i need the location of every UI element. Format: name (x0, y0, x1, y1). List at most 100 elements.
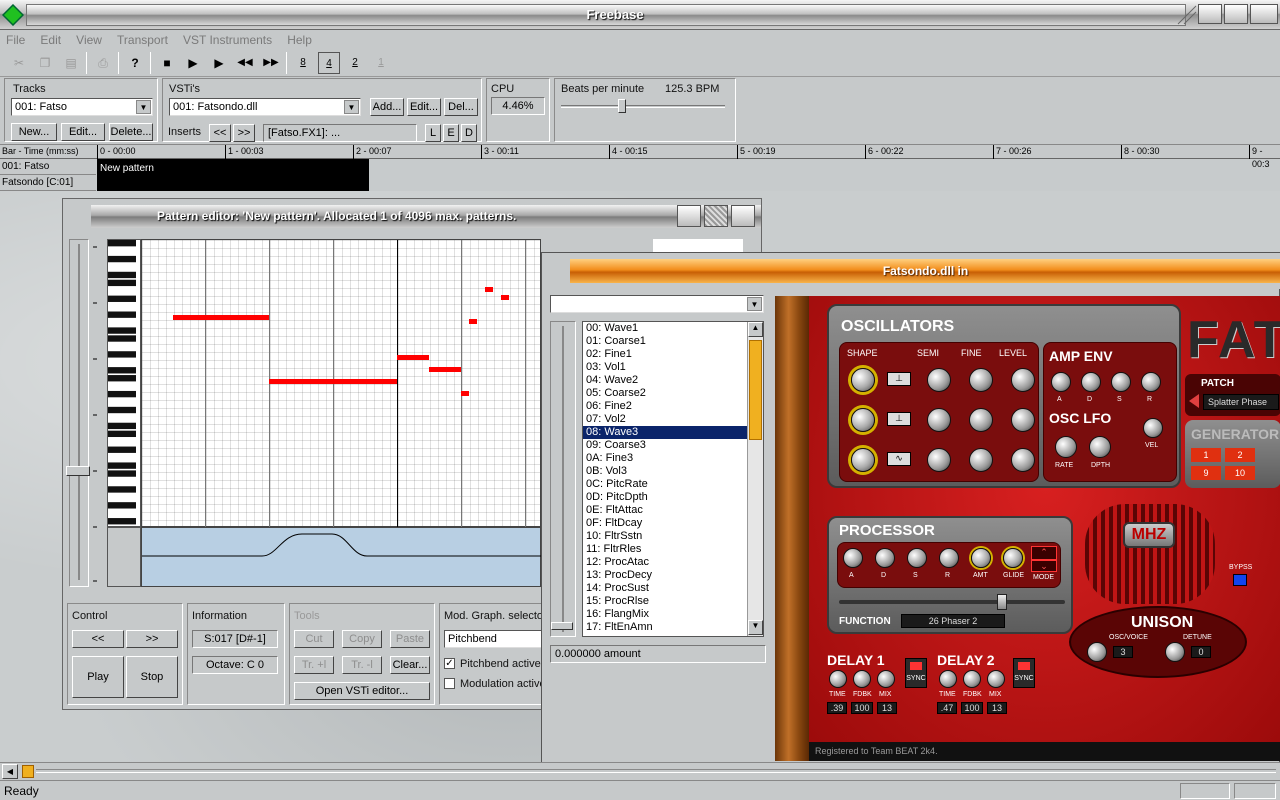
menu-edit[interactable]: Edit (34, 30, 67, 47)
track-name[interactable]: 001: Fatso (0, 159, 96, 175)
fast-forward-icon[interactable]: ▶▶ (260, 52, 282, 74)
copy-icon[interactable]: ❐ (34, 52, 56, 74)
amp-attack-knob[interactable] (1051, 372, 1071, 392)
pe-maximize-button[interactable] (704, 205, 728, 227)
black-key[interactable] (108, 518, 136, 525)
quantize-8-icon[interactable]: 8 (292, 52, 314, 74)
note[interactable] (485, 287, 493, 292)
osc3-level-knob[interactable] (1011, 448, 1035, 472)
delete-vsti-button[interactable]: Del... (444, 98, 478, 116)
param-item[interactable]: 0C: PitcRate (583, 478, 763, 491)
black-key[interactable] (108, 279, 136, 287)
osc2-semi-knob[interactable] (927, 408, 951, 432)
chevron-down-icon[interactable]: ▼ (747, 297, 762, 311)
clear-button[interactable]: Clear... (390, 656, 430, 674)
modulation-graph[interactable] (141, 527, 542, 587)
menu-help[interactable]: Help (281, 30, 318, 47)
black-key[interactable] (108, 335, 136, 342)
stop-icon[interactable]: ■ (156, 52, 178, 74)
param-item[interactable]: 0B: Vol3 (583, 465, 763, 478)
param-item[interactable]: 0F: FltDcay (583, 517, 763, 530)
control-next-button[interactable]: >> (126, 630, 178, 648)
bypass-button[interactable] (1233, 574, 1247, 586)
osc2-fine-knob[interactable] (969, 408, 993, 432)
parameter-list[interactable]: 00: Wave1 01: Coarse1 02: Fine1 03: Vol1 04:… (582, 321, 764, 637)
piano-keyboard[interactable] (107, 239, 141, 527)
play-icon[interactable]: ▶ (208, 52, 230, 74)
patch-prev-icon[interactable] (1189, 394, 1199, 408)
osc1-shape-knob[interactable] (851, 368, 875, 392)
slider-thumb[interactable] (551, 622, 573, 630)
pattern-block[interactable]: New pattern (97, 159, 369, 191)
vertical-zoom-slider[interactable] (66, 239, 90, 587)
rewind-icon[interactable]: ◀◀ (234, 52, 256, 74)
modulation-checkbox[interactable] (444, 678, 455, 689)
proc-attack-knob[interactable] (843, 548, 863, 568)
delete-track-button[interactable]: Delete... (109, 123, 153, 141)
pe-close-button[interactable] (731, 205, 755, 227)
black-key[interactable] (108, 502, 136, 509)
quantize-1-icon[interactable]: 1 (370, 52, 392, 74)
proc-decay-knob[interactable] (875, 548, 895, 568)
maximize-button[interactable] (1224, 4, 1248, 24)
gen-button-1[interactable]: 1 (1191, 448, 1221, 462)
delay2-mix-knob[interactable] (987, 670, 1005, 688)
note[interactable] (501, 295, 509, 300)
scroll-down-icon[interactable]: ▼ (748, 620, 763, 635)
black-key[interactable] (108, 367, 136, 374)
mode-down-icon[interactable]: ⌄ (1031, 560, 1057, 572)
edit-vsti-button[interactable]: Edit... (407, 98, 441, 116)
print-icon[interactable]: ⎙ (92, 52, 114, 74)
black-key[interactable] (108, 255, 136, 263)
param-item[interactable]: 07: Vol2 (583, 413, 763, 426)
scroll-thumb[interactable] (22, 765, 34, 778)
transpose-down-button[interactable]: Tr. -l (342, 656, 382, 674)
param-item[interactable]: 14: ProcSust (583, 582, 763, 595)
param-item[interactable]: 0E: FltAttac (583, 504, 763, 517)
param-item[interactable]: 02: Fine1 (583, 348, 763, 361)
black-key[interactable] (108, 311, 136, 318)
note[interactable] (429, 367, 461, 372)
osc1-fine-knob[interactable] (969, 368, 993, 392)
function-slider-track[interactable] (839, 600, 1065, 604)
delay1-sync-button[interactable]: SYNC (905, 658, 927, 688)
cut-icon[interactable]: ✂ (8, 52, 30, 74)
param-item[interactable]: 09: Coarse3 (583, 439, 763, 452)
play-button[interactable]: Play (72, 656, 124, 698)
note-grid[interactable] (141, 239, 541, 528)
proc-glide-knob[interactable] (1003, 548, 1023, 568)
paste-button[interactable]: Paste (390, 630, 430, 648)
osc3-shape-knob[interactable] (851, 448, 875, 472)
quantize-4-icon[interactable]: 4 (318, 52, 340, 74)
note[interactable] (469, 319, 477, 324)
black-key[interactable] (108, 351, 136, 358)
proc-release-knob[interactable] (939, 548, 959, 568)
gen-button-10[interactable]: 10 (1225, 466, 1255, 480)
insert-l-button[interactable]: L (425, 124, 441, 142)
insert-next-button[interactable]: >> (233, 124, 255, 142)
scroll-left-icon[interactable]: ◀ (2, 764, 18, 779)
delay2-sync-button[interactable]: SYNC (1013, 658, 1035, 688)
play-from-start-icon[interactable]: ▶ (182, 52, 204, 74)
osc3-semi-knob[interactable] (927, 448, 951, 472)
paste-icon[interactable]: ▤ (60, 52, 82, 74)
param-value-slider[interactable] (550, 321, 576, 637)
delay2-time-knob[interactable] (939, 670, 957, 688)
osc1-semi-knob[interactable] (927, 368, 951, 392)
insert-e-button[interactable]: E (443, 124, 459, 142)
minimize-button[interactable] (1198, 4, 1222, 24)
function-slider-thumb[interactable] (997, 594, 1007, 610)
preset-select[interactable]: ▼ (550, 295, 764, 313)
black-key[interactable] (108, 470, 136, 477)
param-item[interactable]: 17: FltEnAmn (583, 621, 763, 634)
copy-button[interactable]: Copy (342, 630, 382, 648)
param-item[interactable]: 13: ProcDecy (583, 569, 763, 582)
new-track-button[interactable]: New... (11, 123, 57, 141)
delay1-mix-knob[interactable] (877, 670, 895, 688)
note[interactable] (397, 355, 429, 360)
detune-knob[interactable] (1165, 642, 1185, 662)
bpm-slider-thumb[interactable] (618, 99, 627, 113)
chevron-down-icon[interactable]: ▼ (136, 100, 151, 114)
black-key[interactable] (108, 422, 136, 430)
black-key[interactable] (108, 390, 136, 398)
